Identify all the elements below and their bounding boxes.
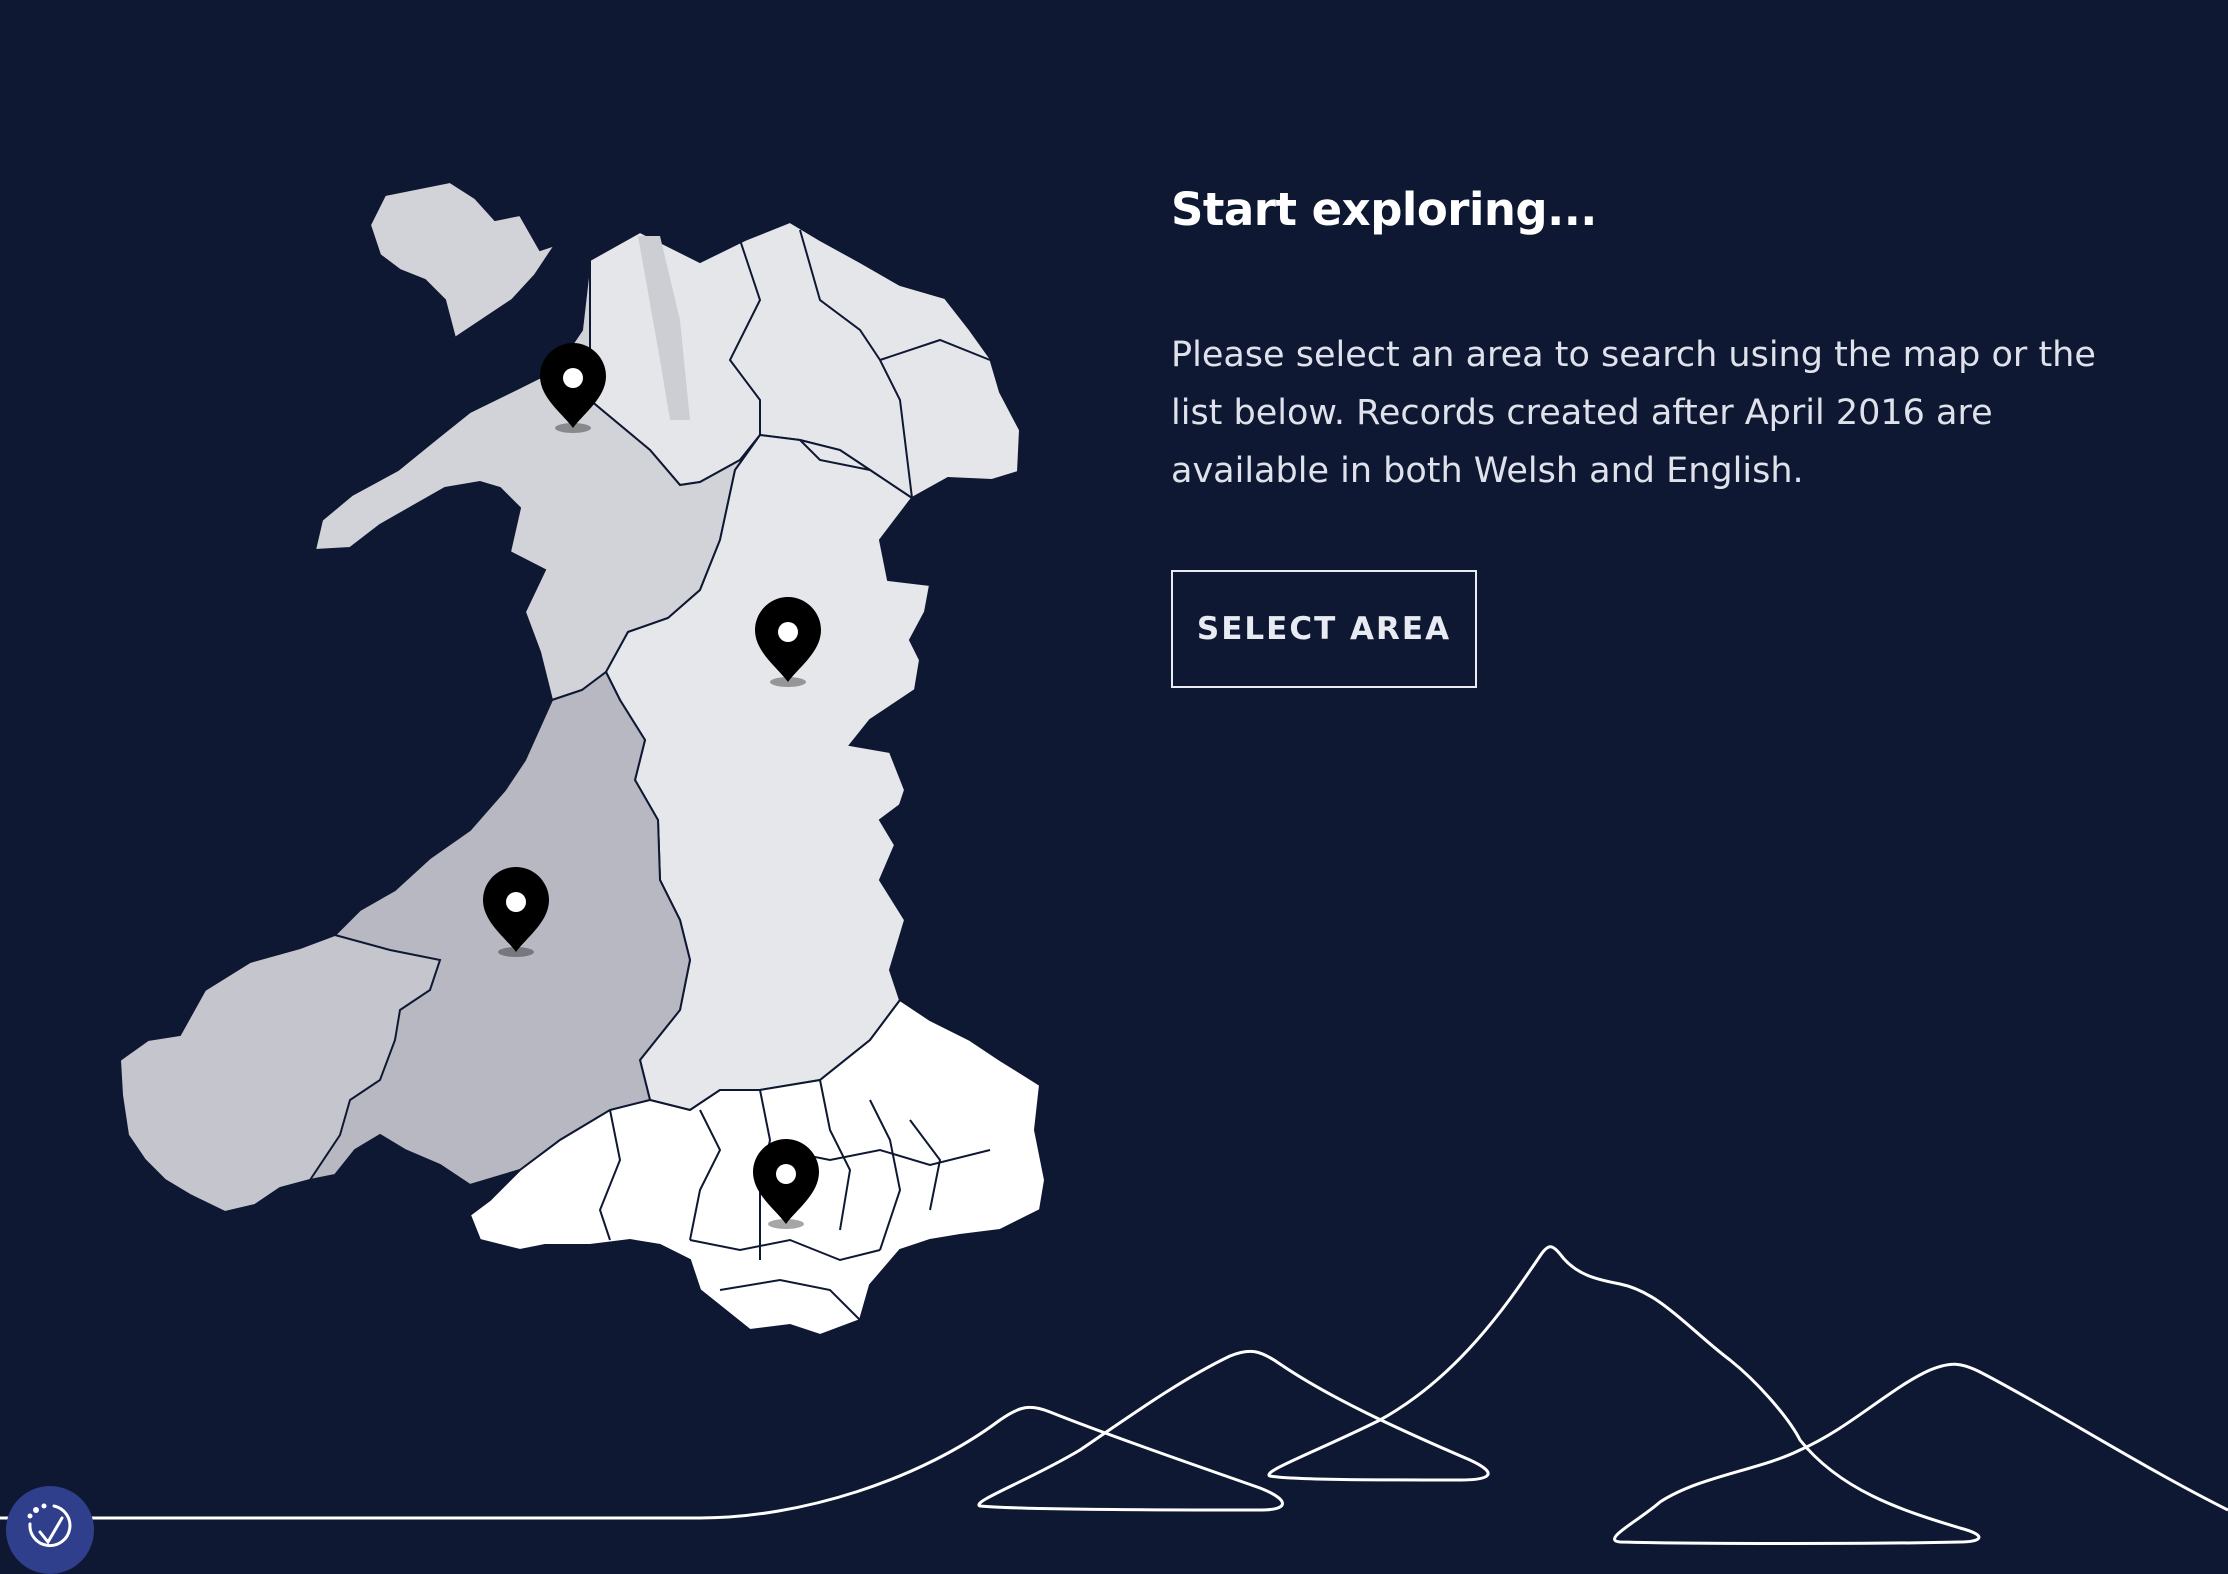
wales-map <box>0 0 1100 1400</box>
accessibility-badge[interactable] <box>6 1486 94 1574</box>
page-title: Start exploring... <box>1171 183 1597 236</box>
accessibility-check-icon <box>27 1503 72 1548</box>
explore-panel: Start exploring... Please select an area… <box>1171 180 2151 688</box>
select-area-button[interactable]: SELECT AREA <box>1171 570 1477 688</box>
wales-map-svg <box>118 180 1047 1337</box>
intro-text: Please select an area to search using th… <box>1171 335 2096 491</box>
